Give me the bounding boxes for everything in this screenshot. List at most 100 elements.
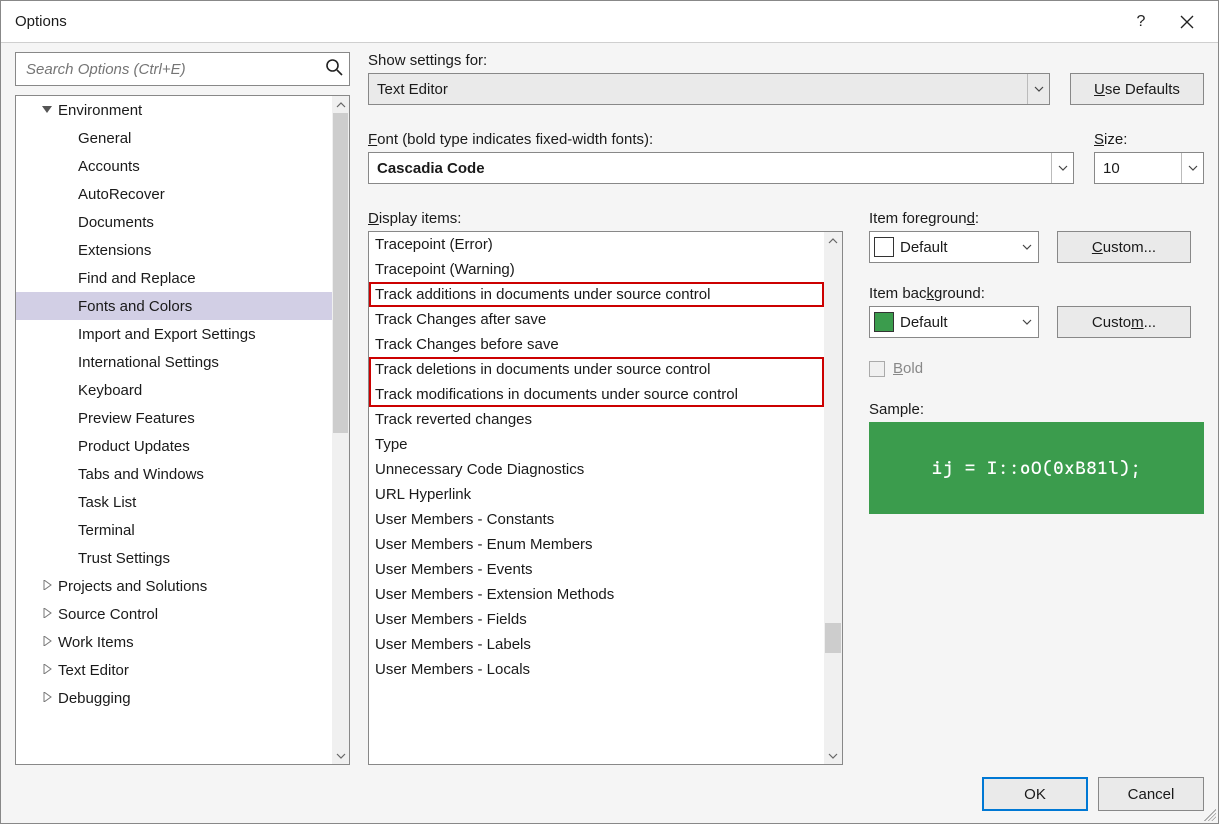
display-items-label: Display items: [368, 210, 843, 227]
display-item[interactable]: User Members - Events [369, 557, 824, 582]
display-item[interactable]: Tracepoint (Warning) [369, 257, 824, 282]
tree-item-work-items[interactable]: Work Items [16, 628, 332, 656]
tree-item-terminal[interactable]: Terminal [16, 516, 332, 544]
size-value: 10 [1103, 160, 1120, 177]
tree-item-label: Product Updates [78, 438, 190, 455]
chevron-right-icon [40, 580, 54, 593]
tree-item-label: Source Control [58, 606, 158, 623]
item-fg-dropdown[interactable]: Default [869, 231, 1039, 263]
show-settings-value: Text Editor [377, 81, 448, 98]
options-tree[interactable]: Environment General Accounts AutoRecover Doc… [15, 95, 350, 765]
tree-item-extensions[interactable]: Extensions [16, 236, 332, 264]
font-value: Cascadia Code [377, 160, 485, 177]
item-bg-dropdown[interactable]: Default [869, 306, 1039, 338]
display-list-scrollbar[interactable] [824, 232, 842, 764]
display-item[interactable]: User Members - Constants [369, 507, 824, 532]
scroll-thumb[interactable] [333, 113, 348, 433]
chevron-down-icon [1016, 307, 1038, 337]
tree-item-import-and-export-settings[interactable]: Import and Export Settings [16, 320, 332, 348]
tree-item-source-control[interactable]: Source Control [16, 600, 332, 628]
tree-item-label: Task List [78, 494, 136, 511]
chevron-right-icon [40, 608, 54, 621]
display-item[interactable]: Track Changes after save [369, 307, 824, 332]
scroll-up-icon[interactable] [824, 232, 842, 249]
tree-item-label: General [78, 130, 131, 147]
display-item[interactable]: Unnecessary Code Diagnostics [369, 457, 824, 482]
scroll-up-icon[interactable] [332, 96, 349, 113]
ok-button[interactable]: OK [982, 777, 1088, 811]
font-dropdown[interactable]: Cascadia Code [368, 152, 1074, 184]
tree-item-general[interactable]: General [16, 124, 332, 152]
resize-grip-icon[interactable] [1204, 809, 1216, 821]
tree-item-label: Tabs and Windows [78, 466, 204, 483]
tree-item-autorecover[interactable]: AutoRecover [16, 180, 332, 208]
display-item[interactable]: User Members - Fields [369, 607, 824, 632]
display-item[interactable]: Tracepoint (Error) [369, 232, 824, 257]
tree-item-label: Extensions [78, 242, 151, 259]
tree-item-label: Import and Export Settings [78, 326, 256, 343]
tree-item-keyboard[interactable]: Keyboard [16, 376, 332, 404]
tree-item-label: AutoRecover [78, 186, 165, 203]
fg-color-swatch [874, 237, 894, 257]
help-button[interactable]: ? [1118, 1, 1164, 42]
display-item[interactable]: Track modifications in documents under s… [369, 382, 824, 407]
tree-item-documents[interactable]: Documents [16, 208, 332, 236]
tree-item-product-updates[interactable]: Product Updates [16, 432, 332, 460]
display-item[interactable]: User Members - Labels [369, 632, 824, 657]
display-item[interactable]: User Members - Enum Members [369, 532, 824, 557]
tree-item-label: Text Editor [58, 662, 129, 679]
display-item[interactable]: URL Hyperlink [369, 482, 824, 507]
show-settings-dropdown[interactable]: Text Editor [368, 73, 1050, 105]
chevron-down-icon [1027, 74, 1049, 104]
scroll-down-icon[interactable] [332, 747, 349, 764]
search-options-field[interactable] [15, 52, 350, 86]
highlighted-group: Track deletions in documents under sourc… [369, 357, 824, 407]
bold-checkbox[interactable] [869, 361, 885, 377]
custom-fg-button[interactable]: Custom... [1057, 231, 1191, 263]
search-icon [325, 58, 343, 80]
tree-item-label: Documents [78, 214, 154, 231]
tree-scrollbar[interactable] [332, 96, 349, 764]
use-defaults-button[interactable]: Use Defaults [1070, 73, 1204, 105]
bold-checkbox-row: Bold [869, 360, 1204, 377]
left-column: Environment General Accounts AutoRecover Doc… [15, 52, 350, 765]
tree-item-text-editor[interactable]: Text Editor [16, 656, 332, 684]
chevron-down-icon [1181, 153, 1203, 183]
titlebar: Options ? [1, 1, 1218, 43]
display-item[interactable]: Track Changes before save [369, 332, 824, 357]
tree-item-label: International Settings [78, 354, 219, 371]
scroll-down-icon[interactable] [824, 747, 842, 764]
tree-item-label: Preview Features [78, 410, 195, 427]
display-item[interactable]: Type [369, 432, 824, 457]
tree-item-accounts[interactable]: Accounts [16, 152, 332, 180]
tree-item-debugging[interactable]: Debugging [16, 684, 332, 712]
tree-item-preview-features[interactable]: Preview Features [16, 404, 332, 432]
tree-item-environment[interactable]: Environment [16, 96, 332, 124]
chevron-down-icon [40, 104, 54, 117]
tree-item-label: Fonts and Colors [78, 298, 192, 315]
tree-item-find-and-replace[interactable]: Find and Replace [16, 264, 332, 292]
item-bg-label: Item background: [869, 285, 1204, 302]
tree-item-fonts-and-colors[interactable]: Fonts and Colors [16, 292, 332, 320]
cancel-button[interactable]: Cancel [1098, 777, 1204, 811]
tree-item-label: Environment [58, 102, 142, 119]
tree-item-tabs-and-windows[interactable]: Tabs and Windows [16, 460, 332, 488]
custom-bg-button[interactable]: Custom... [1057, 306, 1191, 338]
size-dropdown[interactable]: 10 [1094, 152, 1204, 184]
scroll-thumb[interactable] [825, 623, 841, 653]
search-input[interactable] [24, 60, 317, 79]
tree-item-international-settings[interactable]: International Settings [16, 348, 332, 376]
options-dialog: Options ? Environment General Accounts Auto… [0, 0, 1219, 824]
display-item[interactable]: Track reverted changes [369, 407, 824, 432]
tree-item-trust-settings[interactable]: Trust Settings [16, 544, 332, 572]
close-button[interactable] [1164, 1, 1210, 42]
bold-label: Bold [893, 360, 923, 377]
item-fg-label: Item foreground: [869, 210, 1204, 227]
tree-item-task-list[interactable]: Task List [16, 488, 332, 516]
display-items-list[interactable]: Tracepoint (Error)Tracepoint (Warning)Tr… [368, 231, 843, 765]
display-item[interactable]: User Members - Extension Methods [369, 582, 824, 607]
display-item[interactable]: User Members - Locals [369, 657, 824, 682]
display-item[interactable]: Track additions in documents under sourc… [369, 282, 824, 307]
display-item[interactable]: Track deletions in documents under sourc… [369, 357, 824, 382]
tree-item-projects-and-solutions[interactable]: Projects and Solutions [16, 572, 332, 600]
